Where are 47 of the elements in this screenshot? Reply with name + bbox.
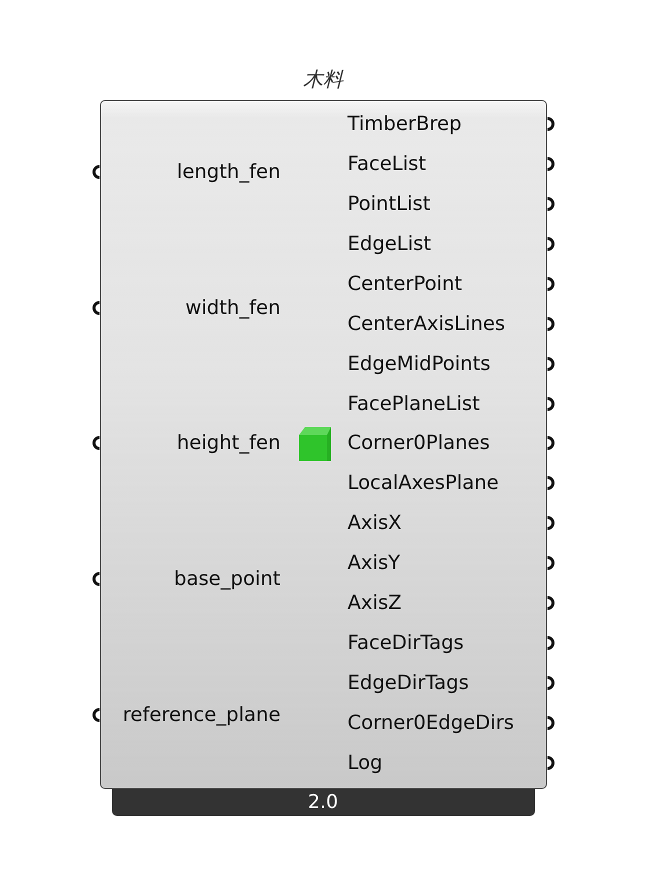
- output-label: Log: [348, 750, 382, 775]
- component-title: 木料: [303, 66, 343, 92]
- output-label: EdgeMidPoints: [348, 352, 490, 376]
- output-label: AxisZ: [348, 591, 402, 616]
- output-grip-icon[interactable]: [546, 596, 556, 610]
- input-label: height_fen: [176, 431, 280, 456]
- input-label: length_fen: [176, 160, 280, 184]
- output-label: EdgeList: [348, 232, 432, 256]
- output-grip-icon[interactable]: [546, 276, 556, 291]
- output-grip-icon[interactable]: [546, 516, 556, 530]
- output-grip-icon[interactable]: [546, 556, 556, 570]
- output-label: EdgeDirTags: [348, 671, 469, 696]
- output-grip-icon[interactable]: [546, 716, 556, 730]
- output-label: AxisX: [348, 511, 402, 536]
- input-grip-icon[interactable]: [90, 164, 100, 179]
- version-bar: 2.0: [112, 789, 534, 816]
- output-label: AxisY: [348, 551, 400, 576]
- output-grip-icon[interactable]: [546, 396, 556, 411]
- input-label: reference_plane: [122, 703, 280, 728]
- output-label: FaceDirTags: [348, 631, 464, 656]
- input-label: base_point: [174, 567, 280, 592]
- output-grip-icon[interactable]: [546, 156, 556, 171]
- output-grip-icon[interactable]: [546, 356, 556, 371]
- output-grip-icon[interactable]: [546, 196, 556, 211]
- output-grip-icon[interactable]: [546, 756, 556, 770]
- output-grip-icon[interactable]: [546, 476, 556, 490]
- output-label: TimberBrep: [348, 112, 462, 136]
- output-label: CenterAxisLines: [348, 312, 506, 336]
- cube-icon: [297, 424, 333, 462]
- input-label: width_fen: [185, 296, 280, 320]
- output-label: FaceList: [348, 152, 426, 176]
- output-label: Corner0EdgeDirs: [348, 711, 514, 736]
- output-grip-icon[interactable]: [546, 236, 556, 251]
- output-grip-icon[interactable]: [546, 316, 556, 331]
- output-label: Corner0Planes: [348, 431, 490, 456]
- output-grip-icon[interactable]: [546, 116, 556, 131]
- output-label: CenterPoint: [348, 272, 462, 296]
- input-grip-icon[interactable]: [90, 708, 100, 722]
- input-grip-icon[interactable]: [90, 436, 100, 450]
- input-grip-icon[interactable]: [90, 572, 100, 586]
- output-grip-icon[interactable]: [546, 636, 556, 650]
- output-label: LocalAxesPlane: [348, 471, 499, 496]
- input-grip-icon[interactable]: [90, 300, 100, 315]
- output-label: PointList: [348, 192, 430, 216]
- output-label: FacePlaneList: [348, 392, 480, 416]
- output-grip-icon[interactable]: [546, 676, 556, 690]
- output-grip-icon[interactable]: [546, 436, 556, 450]
